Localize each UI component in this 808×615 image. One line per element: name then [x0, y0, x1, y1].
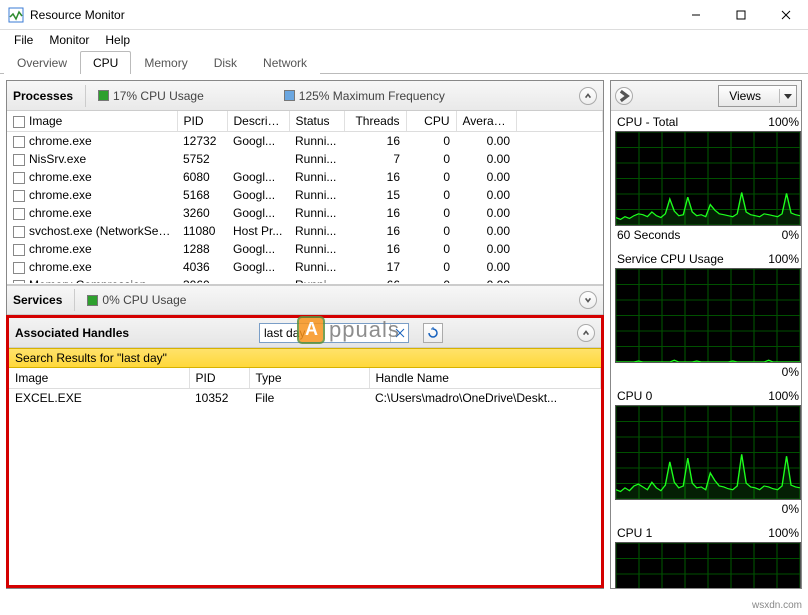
menu-help[interactable]: Help: [97, 31, 138, 49]
handles-header[interactable]: Associated Handles: [9, 318, 601, 348]
right-pane: Views CPU - Total100% 60 Seconds0%Servic…: [610, 80, 802, 589]
menu-monitor[interactable]: Monitor: [41, 31, 97, 49]
table-row[interactable]: chrome.exe3260Googl...Runni...1600.00: [7, 204, 603, 222]
processes-table: Image PID Descrip... Status Threads CPU …: [7, 111, 603, 285]
row-checkbox[interactable]: [13, 280, 25, 283]
chart-card: CPU 0100% 0%: [615, 387, 801, 518]
col-threads[interactable]: Threads: [344, 111, 406, 132]
col-image[interactable]: Image: [7, 111, 177, 132]
menu-bar: File Monitor Help: [0, 30, 808, 50]
chart-max: 100%: [768, 389, 799, 403]
row-checkbox[interactable]: [13, 172, 25, 184]
table-row[interactable]: chrome.exe6080Googl...Runni...1600.00: [7, 168, 603, 186]
processes-title: Processes: [13, 89, 73, 103]
table-row[interactable]: chrome.exe5168Googl...Runni...1500.00: [7, 186, 603, 204]
services-title: Services: [13, 293, 62, 307]
tab-overview[interactable]: Overview: [4, 51, 80, 74]
table-row[interactable]: EXCEL.EXE10352FileC:\Users\madro\OneDriv…: [9, 389, 601, 408]
views-button[interactable]: Views: [718, 85, 797, 107]
menu-file[interactable]: File: [6, 31, 41, 49]
checkbox-all[interactable]: [13, 116, 25, 128]
close-button[interactable]: [763, 0, 808, 29]
chart-title: CPU 0: [617, 389, 652, 403]
chart-title: Service CPU Usage: [617, 252, 724, 266]
services-cpu-stat: 0% CPU Usage: [87, 293, 186, 307]
app-icon: [8, 7, 24, 23]
clear-search-icon[interactable]: [390, 324, 408, 342]
rightpane-header: Views: [611, 81, 801, 111]
processes-header[interactable]: Processes 17% CPU Usage 125% Maximum Fre…: [7, 81, 603, 111]
chevron-right-icon[interactable]: [615, 87, 633, 105]
row-checkbox[interactable]: [13, 154, 25, 166]
chart-graph: [615, 131, 801, 226]
tab-disk[interactable]: Disk: [201, 51, 250, 74]
chart-card: Service CPU Usage100% 0%: [615, 250, 801, 381]
table-row[interactable]: NisSrv.exe5752Runni...700.00: [7, 150, 603, 168]
chart-card: CPU 1 100%: [615, 524, 801, 588]
search-input[interactable]: [260, 324, 390, 342]
table-row[interactable]: chrome.exe1288Googl...Runni...1600.00: [7, 240, 603, 258]
table-row[interactable]: svchost.exe (NetworkService...11080Host …: [7, 222, 603, 240]
col-avg[interactable]: Averag...: [456, 111, 516, 132]
chevron-down-icon[interactable]: [579, 291, 597, 309]
col-status[interactable]: Status: [289, 111, 344, 132]
hcol-image[interactable]: Image: [9, 368, 189, 389]
tab-network[interactable]: Network: [250, 51, 320, 74]
col-desc[interactable]: Descrip...: [227, 111, 289, 132]
hcol-handle[interactable]: Handle Name: [369, 368, 601, 389]
row-checkbox[interactable]: [13, 136, 25, 148]
chevron-up-icon[interactable]: [577, 324, 595, 342]
minimize-button[interactable]: [673, 0, 718, 29]
services-header[interactable]: Services 0% CPU Usage: [7, 285, 603, 315]
row-checkbox[interactable]: [13, 226, 25, 238]
chart-graph: [615, 542, 801, 588]
row-checkbox[interactable]: [13, 190, 25, 202]
chart-max: 100%: [768, 252, 799, 266]
col-cpu[interactable]: CPU: [406, 111, 456, 132]
row-checkbox[interactable]: [13, 262, 25, 274]
watermark-text: wsxdn.com: [752, 600, 802, 611]
max-freq-stat: 125% Maximum Frequency: [284, 89, 445, 103]
table-row[interactable]: Memory Compression3060Runni...6600.00: [7, 276, 603, 283]
associated-handles-panel: Associated Handles Search Results for "l…: [6, 315, 604, 588]
chart-max: 100%: [768, 526, 799, 540]
chart-graph: [615, 268, 801, 363]
row-checkbox[interactable]: [13, 208, 25, 220]
search-results-bar: Search Results for "last day": [9, 348, 601, 368]
chart-graph: [615, 405, 801, 500]
cpu-usage-stat: 17% CPU Usage: [98, 89, 204, 103]
tab-cpu[interactable]: CPU: [80, 51, 131, 74]
handles-title: Associated Handles: [15, 326, 129, 340]
maximize-button[interactable]: [718, 0, 763, 29]
col-pid[interactable]: PID: [177, 111, 227, 132]
tab-memory[interactable]: Memory: [131, 51, 200, 74]
chevron-up-icon[interactable]: [579, 87, 597, 105]
left-pane: Processes 17% CPU Usage 125% Maximum Fre…: [6, 80, 604, 589]
row-checkbox[interactable]: [13, 244, 25, 256]
tab-bar: Overview CPU Memory Disk Network: [0, 50, 808, 74]
chart-max: 100%: [768, 115, 799, 129]
hcol-type[interactable]: Type: [249, 368, 369, 389]
title-bar: Resource Monitor: [0, 0, 808, 30]
dropdown-icon[interactable]: [780, 92, 796, 100]
table-row[interactable]: chrome.exe12732Googl...Runni...1600.00: [7, 132, 603, 150]
chart-card: CPU - Total100% 60 Seconds0%: [615, 113, 801, 244]
chart-title: CPU - Total: [617, 115, 678, 129]
table-row[interactable]: chrome.exe4036Googl...Runni...1700.00: [7, 258, 603, 276]
hcol-pid[interactable]: PID: [189, 368, 249, 389]
refresh-icon[interactable]: [423, 323, 443, 343]
window-title: Resource Monitor: [30, 8, 673, 22]
handles-search: [259, 323, 409, 343]
chart-title: CPU 1: [617, 526, 652, 540]
